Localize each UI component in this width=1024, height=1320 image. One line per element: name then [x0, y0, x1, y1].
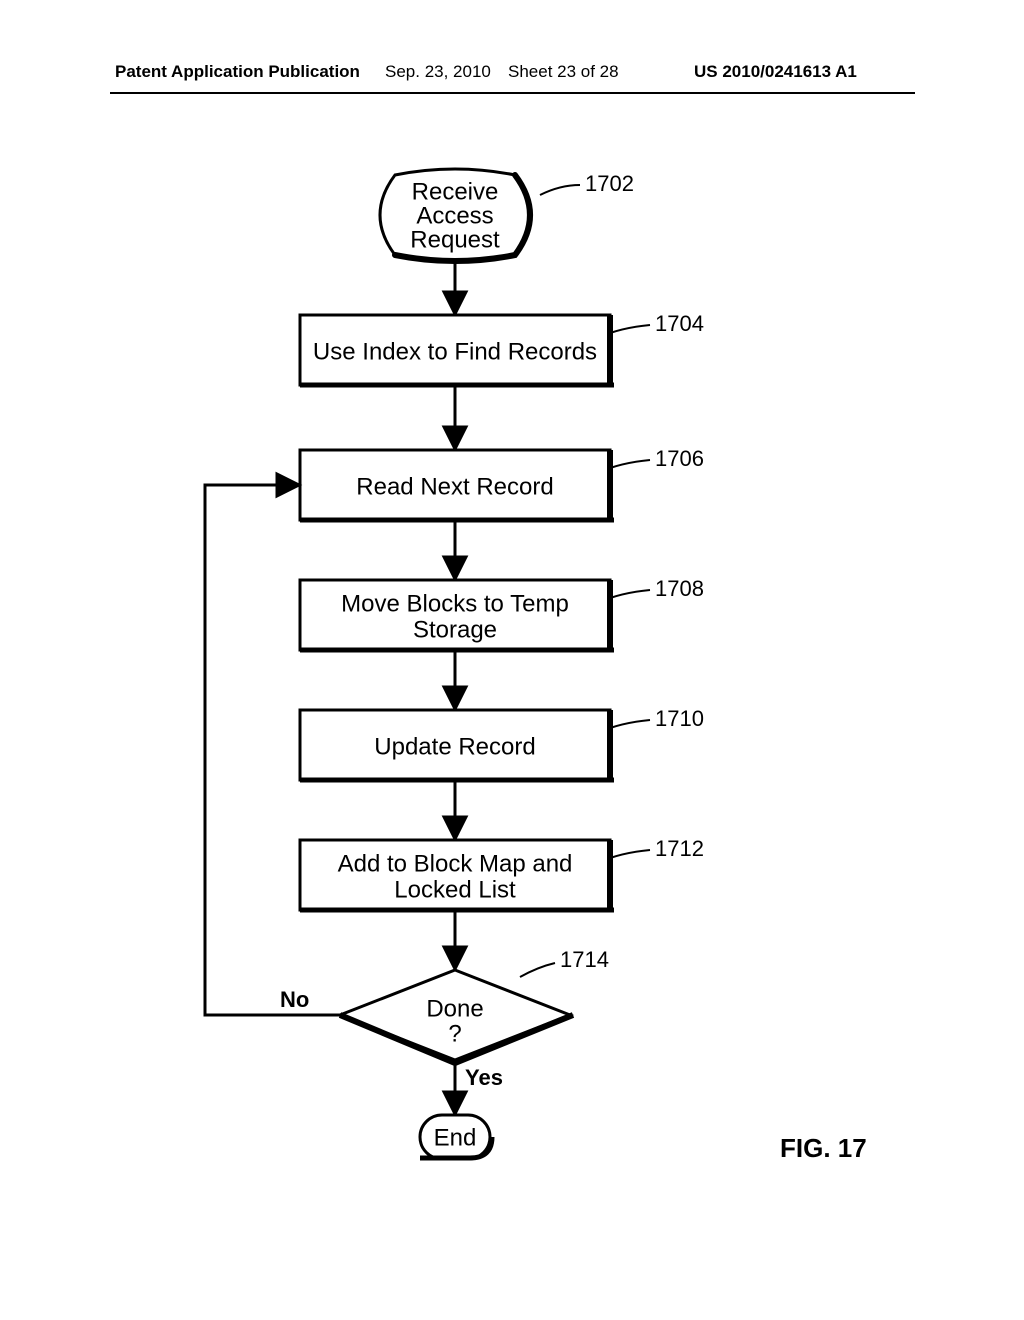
step2-text: Read Next Record [356, 473, 553, 500]
flow-step-1: Use Index to Find Records [300, 315, 614, 387]
start-line1: Receive [412, 178, 499, 205]
flow-step-3: Move Blocks to Temp Storage [300, 580, 614, 652]
step5-line1: Add to Block Map and [338, 850, 573, 877]
flowchart: Receive Access Request 1702 Use Index to… [0, 155, 1024, 1285]
flow-step-5: Add to Block Map and Locked List [300, 840, 614, 912]
page: Patent Application Publication Sep. 23, … [0, 0, 1024, 1320]
flow-start: Receive Access Request [380, 169, 530, 261]
decision-line2: ? [448, 1020, 461, 1047]
step3-line2: Storage [413, 616, 497, 643]
step3-ref: 1708 [655, 576, 704, 601]
step4-ref: 1710 [655, 706, 704, 731]
header-publication: Patent Application Publication [115, 62, 360, 82]
step2-ref: 1706 [655, 446, 704, 471]
decision-line1: Done [426, 995, 483, 1022]
step1-text: Use Index to Find Records [313, 338, 597, 365]
step3-line1: Move Blocks to Temp [341, 590, 569, 617]
branch-no: No [280, 987, 309, 1012]
step1-ref: 1704 [655, 311, 704, 336]
step5-ref: 1712 [655, 836, 704, 861]
step5-line2: Locked List [394, 876, 516, 903]
header-date: Sep. 23, 2010 [385, 62, 491, 82]
step4-text: Update Record [374, 733, 535, 760]
start-line2: Access [416, 202, 493, 229]
start-ref: 1702 [585, 171, 634, 196]
flow-decision: Done ? [340, 970, 573, 1063]
flow-step-4: Update Record [300, 710, 614, 782]
header-rule [110, 92, 915, 94]
end-text: End [434, 1124, 477, 1151]
figure-label: FIG. 17 [780, 1133, 867, 1163]
flow-step-2: Read Next Record [300, 450, 614, 522]
flow-end: End [420, 1115, 492, 1159]
header-number: US 2010/0241613 A1 [694, 62, 857, 82]
branch-yes: Yes [465, 1065, 503, 1090]
decision-ref: 1714 [560, 947, 609, 972]
header-sheet: Sheet 23 of 28 [508, 62, 619, 82]
start-line3: Request [410, 226, 500, 253]
